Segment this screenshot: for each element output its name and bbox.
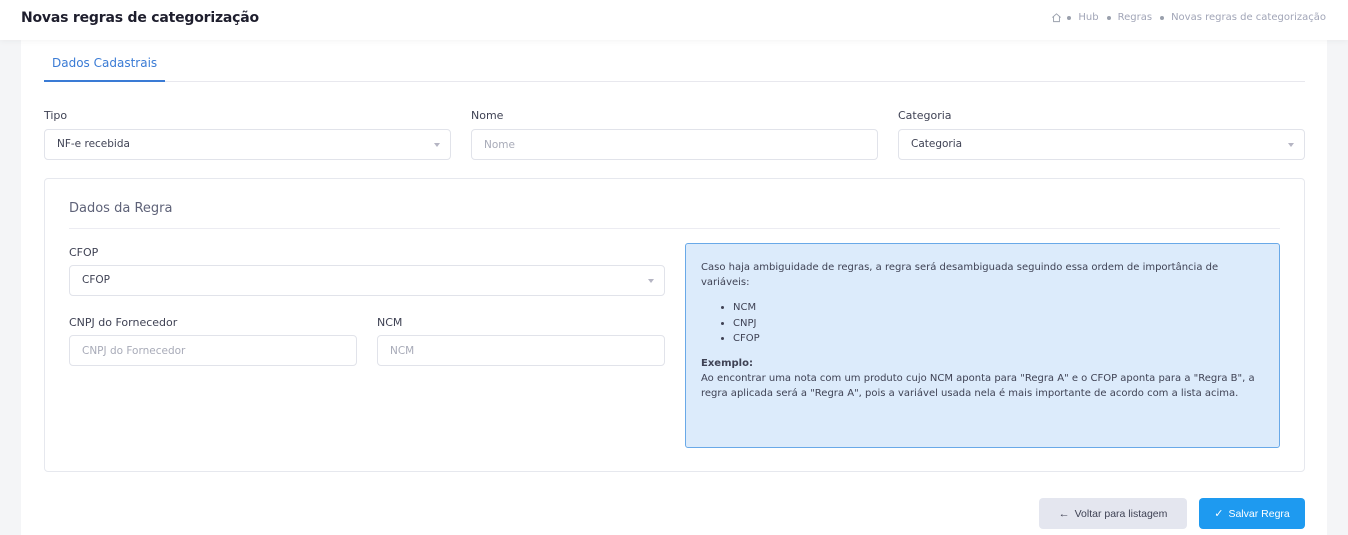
priority-list: NCM CNPJ CFOP [733,300,1264,347]
categoria-select[interactable]: Categoria [898,129,1305,160]
save-rule-button[interactable]: ✓ Salvar Regra [1199,498,1305,529]
chevron-down-icon [1288,143,1294,147]
home-icon[interactable] [1051,12,1062,23]
nome-label: Nome [471,109,504,122]
rule-section-title: Dados da Regra [69,201,173,216]
tipo-label: Tipo [44,109,68,122]
cnpj-label: CNPJ do Fornecedor [69,316,178,329]
cnpj-input[interactable] [69,335,357,366]
categoria-label: Categoria [898,109,952,122]
cfop-select-value: CFOP [82,274,110,286]
cfop-select[interactable]: CFOP [69,265,665,296]
tipo-select-value: NF-e recebida [57,138,130,150]
info-intro-text: Caso haja ambiguidade de regras, a regra… [701,262,1219,288]
list-item: CNPJ [733,316,1264,332]
form-card: Dados Cadastrais Tipo NF-e recebida Nome… [21,40,1327,535]
page-title: Novas regras de categorização [21,10,259,26]
breadcrumb-separator [1067,15,1072,20]
check-icon: ✓ [1214,508,1224,520]
breadcrumb-item-current: Novas regras de categorização [1171,12,1326,23]
chevron-down-icon [434,143,440,147]
back-to-list-label: Voltar para listagem [1074,507,1168,520]
top-bar: Novas regras de categorização Hub Regras… [0,0,1348,40]
example-title: Exemplo: [701,357,753,369]
rule-section: Dados da Regra CFOP CFOP CNPJ do Fornece… [44,178,1305,472]
save-rule-label: Salvar Regra [1228,507,1290,520]
breadcrumb: Hub Regras Novas regras de categorização [1051,12,1326,23]
arrow-left-icon: ← [1058,507,1070,520]
tipo-select[interactable]: NF-e recebida [44,129,451,160]
tab-dados-cadastrais[interactable]: Dados Cadastrais [44,56,166,82]
tab-bar: Dados Cadastrais [44,40,1305,82]
breadcrumb-separator [1106,15,1111,20]
divider [69,228,1280,229]
cfop-label: CFOP [69,246,99,259]
categoria-select-value: Categoria [911,138,963,150]
priority-info-alert: Caso haja ambiguidade de regras, a regra… [685,243,1280,448]
breadcrumb-separator [1160,15,1165,20]
breadcrumb-item-regras[interactable]: Regras [1118,12,1152,23]
list-item: CFOP [733,331,1264,347]
breadcrumb-item-hub[interactable]: Hub [1078,12,1098,23]
list-item: NCM [733,300,1264,316]
nome-input[interactable] [471,129,878,160]
ncm-input[interactable] [377,335,665,366]
example-text: Ao encontrar uma nota com um produto cuj… [701,372,1255,399]
chevron-down-icon [648,279,654,283]
back-to-list-button[interactable]: ← Voltar para listagem [1039,498,1187,529]
ncm-label: NCM [377,316,403,329]
